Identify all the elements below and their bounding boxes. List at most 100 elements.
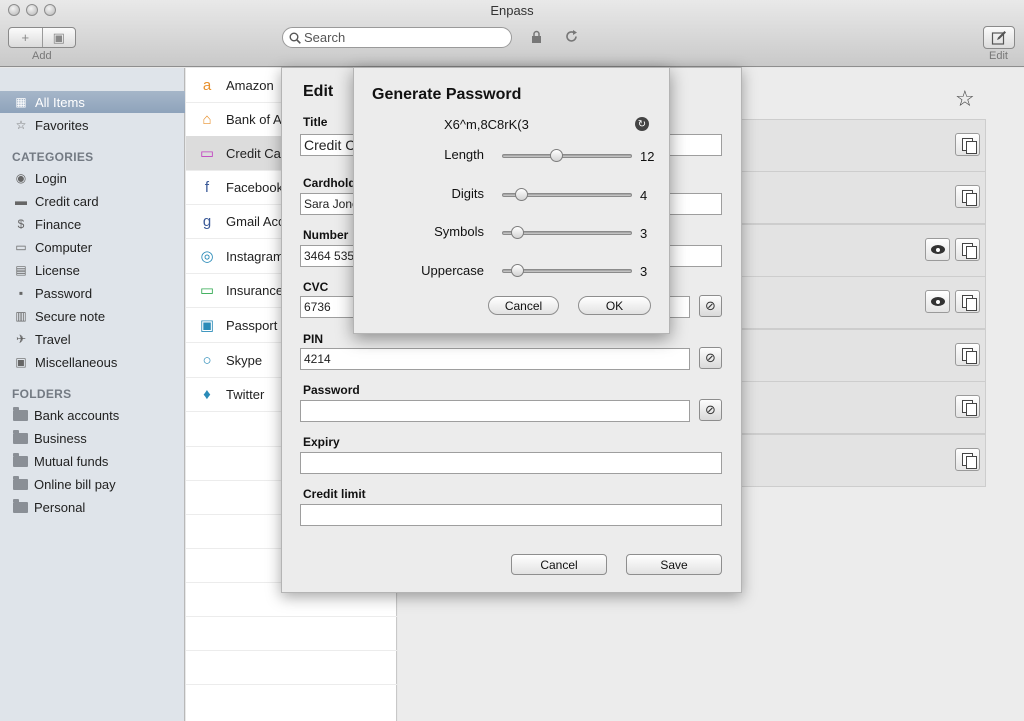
list-item-label: Gmail Acc <box>226 213 285 229</box>
copy-icon[interactable] <box>955 133 980 156</box>
plane-icon: ✈ <box>15 332 27 346</box>
list-item-label: Bank of A <box>226 111 282 127</box>
slider-knob[interactable] <box>515 188 528 201</box>
length-slider[interactable] <box>502 149 632 162</box>
search-input[interactable] <box>304 30 494 45</box>
instagram-icon: ◎ <box>200 248 214 265</box>
slider-knob[interactable] <box>511 226 524 239</box>
add-button-group: + ▣ <box>8 27 76 48</box>
sidebar-item-license[interactable]: ▤ License <box>0 259 185 281</box>
dollar-icon: $ <box>17 217 25 231</box>
note-icon: ▥ <box>15 309 27 323</box>
password-field[interactable] <box>300 400 690 422</box>
cvc-label: CVC <box>303 280 329 294</box>
plus-icon[interactable]: + <box>9 28 42 47</box>
credit-card-icon: ▬ <box>15 194 27 208</box>
regenerate-icon[interactable]: ↻ <box>635 117 649 131</box>
slider-knob[interactable] <box>550 149 563 162</box>
list-item-label: Instagram <box>226 248 284 264</box>
list-item-label: Credit Car <box>226 145 286 161</box>
uppercase-value: 3 <box>640 264 648 279</box>
generate-password-icon[interactable]: ⊘ <box>699 295 722 317</box>
digits-slider[interactable] <box>502 188 632 201</box>
sidebar-item-label: Computer <box>35 239 93 255</box>
sidebar-item-miscellaneous[interactable]: ▣ Miscellaneous <box>0 351 185 373</box>
google-icon: g <box>202 212 212 230</box>
generate-cancel-button[interactable]: Cancel <box>488 296 559 315</box>
edit-dialog-title: Edit <box>303 83 334 100</box>
password-label: Password <box>303 383 360 397</box>
sidebar-item-travel[interactable]: ✈ Travel <box>0 328 185 350</box>
slider-knob[interactable] <box>511 264 524 277</box>
credit-limit-field[interactable] <box>300 504 722 526</box>
sidebar-item-label: Personal <box>34 499 86 515</box>
ok-button[interactable]: OK <box>578 296 651 315</box>
copy-icon[interactable] <box>955 290 980 313</box>
star-icon: ☆ <box>15 118 27 132</box>
generate-password-icon[interactable]: ⊘ <box>699 347 722 369</box>
sync-icon[interactable] <box>564 29 579 47</box>
photo-icon[interactable]: ▣ <box>41 28 76 47</box>
folders-heading: FOLDERS <box>12 387 72 401</box>
symbols-label: Symbols <box>434 224 484 239</box>
favorite-star-icon[interactable]: ☆ <box>955 86 975 112</box>
sidebar-item-password[interactable]: ▪ Password <box>0 282 185 304</box>
monitor-icon: ▭ <box>15 240 27 254</box>
expiry-field[interactable] <box>300 452 722 474</box>
sidebar-item-favorites[interactable]: ☆ Favorites <box>0 114 185 136</box>
sidebar-item-secure-note[interactable]: ▥ Secure note <box>0 305 185 327</box>
list-item-label: Passport <box>226 317 278 333</box>
save-button[interactable]: Save <box>626 554 722 575</box>
sidebar-item-credit-card[interactable]: ▬ Credit card <box>0 190 185 212</box>
reveal-eye-icon[interactable] <box>925 290 950 313</box>
search-field[interactable] <box>282 27 512 48</box>
copy-icon[interactable] <box>955 448 980 471</box>
folder-icon <box>13 452 28 467</box>
sidebar-item-label: Favorites <box>35 117 89 133</box>
list-item-label: Skype <box>226 352 263 368</box>
sidebar-item-label: Miscellaneous <box>35 354 118 370</box>
reveal-eye-icon[interactable] <box>925 238 950 261</box>
license-icon: ▤ <box>15 263 27 277</box>
sidebar-folder-bank-accounts[interactable]: Bank accounts <box>0 404 185 426</box>
copy-icon[interactable] <box>955 238 980 261</box>
sidebar-item-login[interactable]: ◉ Login <box>0 167 185 189</box>
sidebar-item-label: Credit card <box>35 193 99 209</box>
edit-cancel-button[interactable]: Cancel <box>511 554 607 575</box>
sidebar-folder-personal[interactable]: Personal <box>0 496 185 518</box>
pin-field[interactable] <box>300 348 690 370</box>
edit-button[interactable] <box>983 26 1015 49</box>
all-items-icon: ▦ <box>15 95 27 109</box>
lock-icon[interactable] <box>531 30 542 46</box>
sidebar-item-label: All Items <box>35 94 85 110</box>
copy-icon[interactable] <box>955 343 980 366</box>
sidebar-folder-business[interactable]: Business <box>0 427 185 449</box>
sidebar-item-all-items[interactable]: ▦ All Items <box>0 91 185 113</box>
generate-password-icon[interactable]: ⊘ <box>699 399 722 421</box>
facebook-icon: f <box>204 178 210 196</box>
credit-limit-label: Credit limit <box>303 487 366 501</box>
sidebar-folder-online-bill-pay[interactable]: Online bill pay <box>0 473 185 495</box>
sidebar-item-label: Travel <box>35 331 71 347</box>
sidebar-item-label: Finance <box>35 216 82 232</box>
list-item-label: Twitter <box>226 386 265 402</box>
sidebar-folder-mutual-funds[interactable]: Mutual funds <box>0 450 185 472</box>
copy-icon[interactable] <box>955 395 980 418</box>
uppercase-slider[interactable] <box>502 264 632 277</box>
list-item-label: Facebook <box>226 179 284 195</box>
sidebar-item-label: Bank accounts <box>34 407 120 423</box>
digits-label: Digits <box>451 186 484 201</box>
password-icon: ▪ <box>18 286 24 300</box>
pencil-icon <box>991 30 1006 45</box>
symbols-slider[interactable] <box>502 226 632 239</box>
sidebar-item-finance[interactable]: $ Finance <box>0 213 185 235</box>
list-item-label: Amazon <box>226 77 274 93</box>
categories-heading: CATEGORIES <box>12 150 94 164</box>
length-value: 12 <box>640 149 655 164</box>
sidebar-item-computer[interactable]: ▭ Computer <box>0 236 185 258</box>
sidebar-item-label: Secure note <box>35 308 106 324</box>
list-divider <box>186 684 397 685</box>
copy-icon[interactable] <box>955 185 980 208</box>
folder-icon <box>13 406 28 421</box>
folder-icon <box>13 475 28 490</box>
